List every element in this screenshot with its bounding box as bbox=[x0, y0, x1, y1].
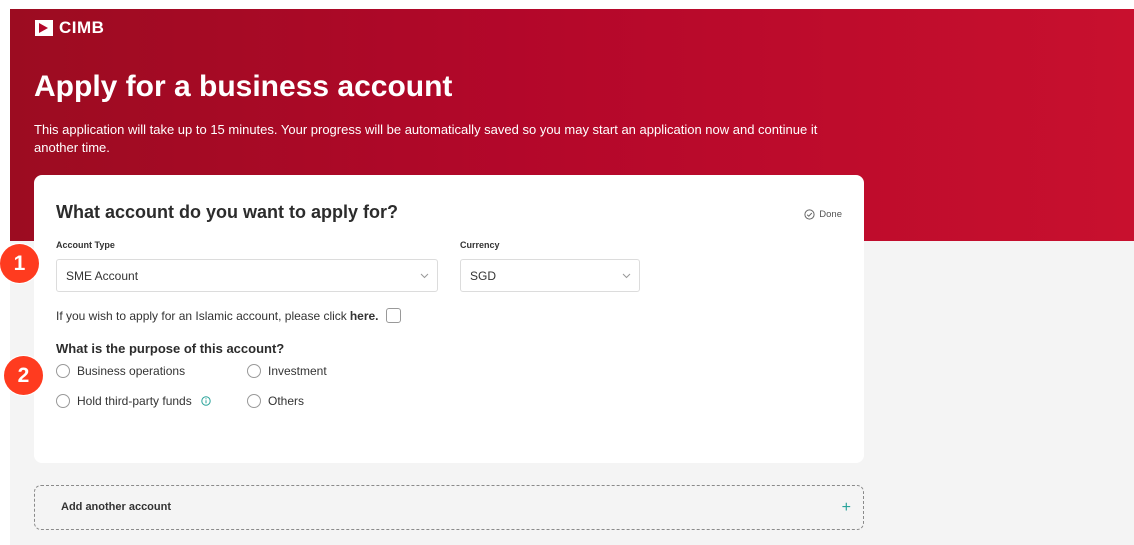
purpose-option-label: Hold third-party funds bbox=[77, 394, 192, 408]
account-selection-card: What account do you want to apply for? D… bbox=[34, 175, 864, 463]
chevron-down-icon bbox=[420, 273, 429, 279]
islamic-account-text: If you wish to apply for an Islamic acco… bbox=[56, 308, 347, 323]
add-another-account-button[interactable]: Add another account + bbox=[34, 485, 864, 530]
page-description: This application will take up to 15 minu… bbox=[34, 122, 818, 155]
radio-button[interactable] bbox=[247, 394, 261, 408]
top-gap bbox=[0, 0, 1134, 9]
account-type-value: SME Account bbox=[66, 268, 139, 283]
purpose-option-hold-third-party-funds[interactable]: Hold third-party funds bbox=[56, 394, 211, 408]
purpose-option-others[interactable]: Others bbox=[247, 394, 304, 408]
radio-button[interactable] bbox=[56, 394, 70, 408]
chevron-down-icon bbox=[622, 273, 631, 279]
islamic-account-row: If you wish to apply for an Islamic acco… bbox=[56, 308, 401, 323]
card-title: What account do you want to apply for? bbox=[56, 202, 398, 222]
page: CIMB Apply for a business account This a… bbox=[0, 0, 1134, 545]
purpose-option-label: Investment bbox=[268, 364, 327, 378]
purpose-option-investment[interactable]: Investment bbox=[247, 364, 327, 378]
cimb-logo[interactable]: CIMB bbox=[35, 18, 104, 38]
currency-value: SGD bbox=[470, 268, 497, 283]
step-badge-2: 2 bbox=[4, 356, 43, 395]
plus-icon[interactable]: + bbox=[842, 500, 851, 516]
step-badge-1: 1 bbox=[0, 244, 39, 283]
info-icon[interactable] bbox=[201, 396, 211, 406]
check-circle-icon bbox=[804, 209, 815, 220]
account-type-label: Account Type bbox=[56, 240, 115, 250]
purpose-option-label: Business operations bbox=[77, 364, 186, 378]
currency-label: Currency bbox=[460, 240, 500, 250]
cimb-logo-mark-icon bbox=[35, 20, 53, 36]
purpose-question: What is the purpose of this account? bbox=[56, 341, 285, 356]
purpose-option-label: Others bbox=[268, 394, 305, 408]
islamic-account-checkbox[interactable] bbox=[385, 308, 401, 323]
add-another-account-label: Add another account bbox=[61, 501, 172, 513]
purpose-option-business-operations[interactable]: Business operations bbox=[56, 364, 185, 378]
page-title: Apply for a business account bbox=[34, 70, 453, 103]
account-type-select[interactable]: SME Account bbox=[56, 259, 438, 292]
brand-name: CIMB bbox=[59, 18, 105, 37]
currency-select[interactable]: SGD bbox=[460, 259, 640, 292]
radio-button[interactable] bbox=[247, 364, 261, 378]
done-label: Done bbox=[819, 209, 842, 220]
islamic-here-link[interactable]: here. bbox=[350, 309, 379, 323]
done-status: Done bbox=[804, 209, 842, 220]
radio-button[interactable] bbox=[56, 364, 70, 378]
